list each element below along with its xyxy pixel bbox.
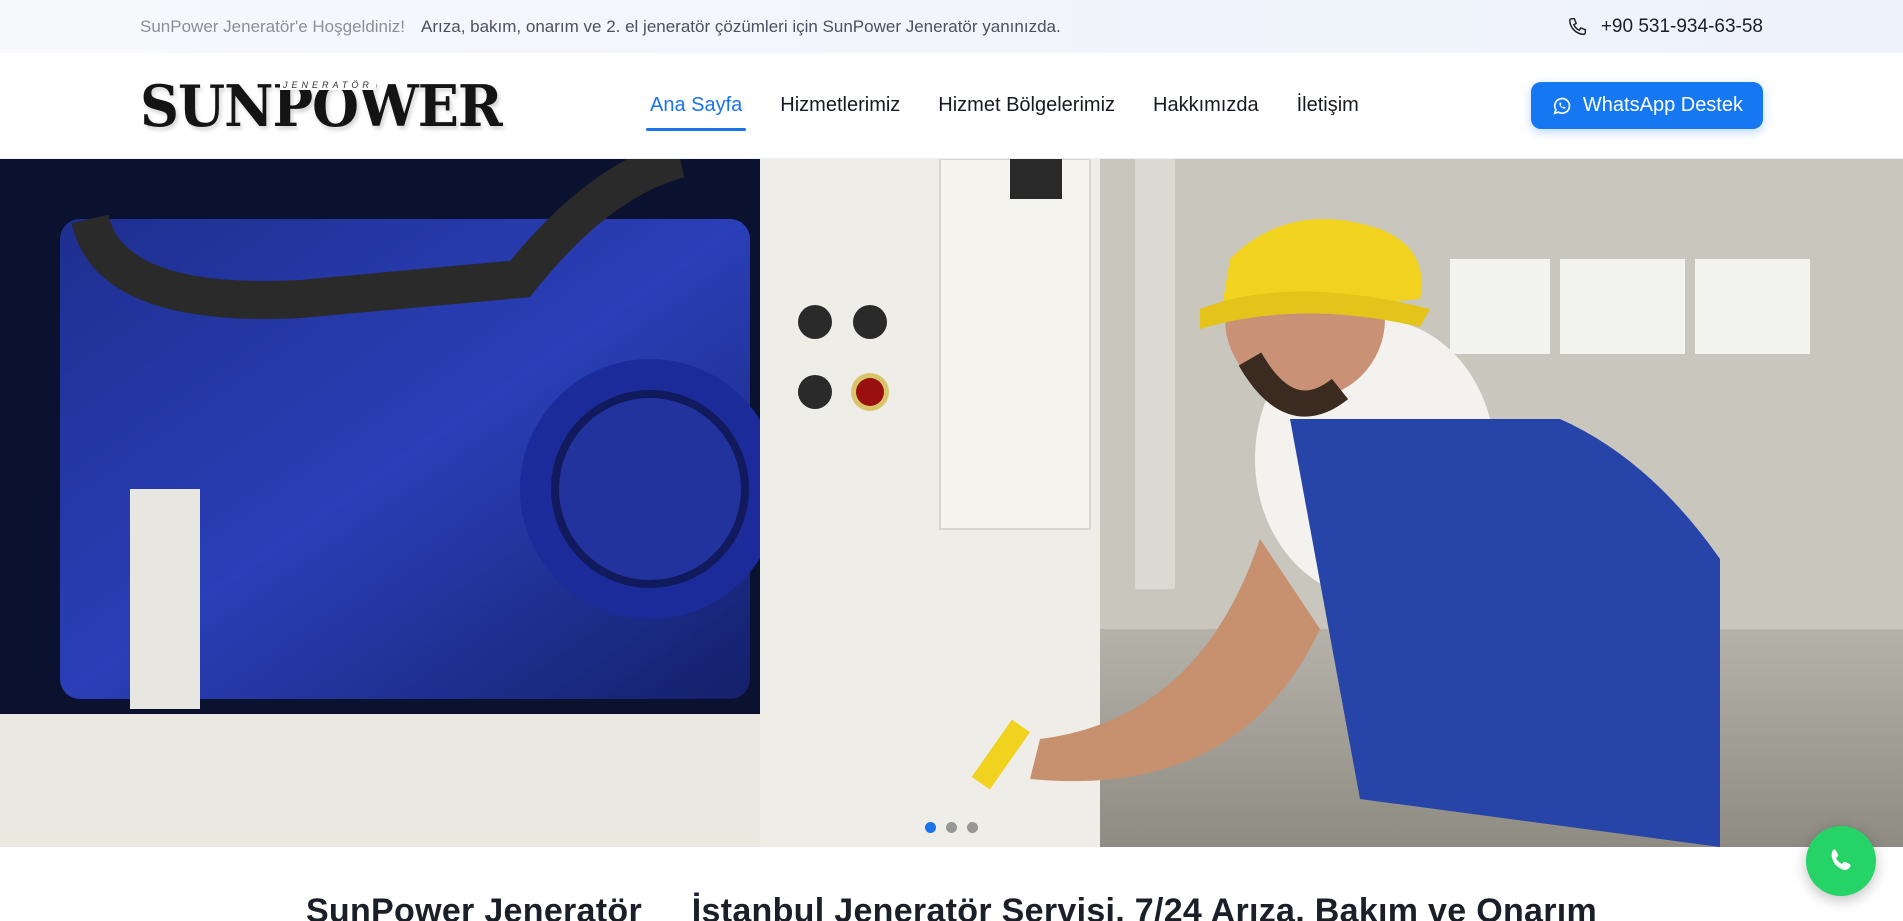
main-nav: Ana Sayfa Hizmetlerimiz Hizmet Bölgeleri… bbox=[646, 53, 1363, 158]
whatsapp-support-button[interactable]: WhatsApp Destek bbox=[1530, 82, 1763, 129]
main-header: SUNPOWER JENERATÖR Ana Sayfa Hizmetlerim… bbox=[0, 53, 1903, 159]
nav-item-services[interactable]: Hizmetlerimiz bbox=[776, 86, 904, 125]
whatsapp-button-label: WhatsApp Destek bbox=[1582, 94, 1743, 116]
nav-item-contact[interactable]: İletişim bbox=[1293, 86, 1363, 125]
hero-image bbox=[0, 159, 1903, 847]
nav-item-service-areas[interactable]: Hizmet Bölgelerimiz bbox=[934, 86, 1119, 125]
phone-number: +90 531-934-63-58 bbox=[1600, 15, 1763, 37]
section-title-left: SunPower Jeneratör bbox=[305, 892, 642, 921]
site-logo[interactable]: SUNPOWER JENERATÖR bbox=[140, 74, 503, 138]
logo-subtext: JENERATÖR bbox=[280, 79, 376, 90]
nav-item-about[interactable]: Hakkımızda bbox=[1149, 86, 1263, 125]
welcome-text: SunPower Jeneratör'e Hoşgeldiniz! bbox=[140, 16, 406, 36]
top-info-bar: SunPower Jeneratör'e Hoşgeldiniz! Arıza,… bbox=[0, 0, 1903, 53]
phone-icon bbox=[1568, 17, 1586, 35]
slider-dot-3[interactable] bbox=[967, 822, 978, 833]
nav-item-home[interactable]: Ana Sayfa bbox=[646, 86, 747, 131]
floating-whatsapp-button[interactable] bbox=[1806, 826, 1876, 896]
tagline-text: Arıza, bakım, onarım ve 2. el jeneratör … bbox=[421, 16, 1061, 36]
whatsapp-icon bbox=[1831, 849, 1851, 870]
section-title-right: İstanbul Jeneratör Servisi, 7/24 Arıza, … bbox=[691, 892, 1598, 921]
hero-slider[interactable] bbox=[0, 159, 1903, 847]
slider-dot-2[interactable] bbox=[946, 822, 957, 833]
whatsapp-icon bbox=[1553, 97, 1571, 115]
slider-dot-1[interactable] bbox=[925, 822, 936, 833]
slider-dots bbox=[0, 822, 1903, 833]
phone-link[interactable]: +90 531-934-63-58 bbox=[1567, 16, 1763, 38]
section-title: SunPower Jeneratör İstanbul Jeneratör Se… bbox=[0, 892, 1903, 921]
